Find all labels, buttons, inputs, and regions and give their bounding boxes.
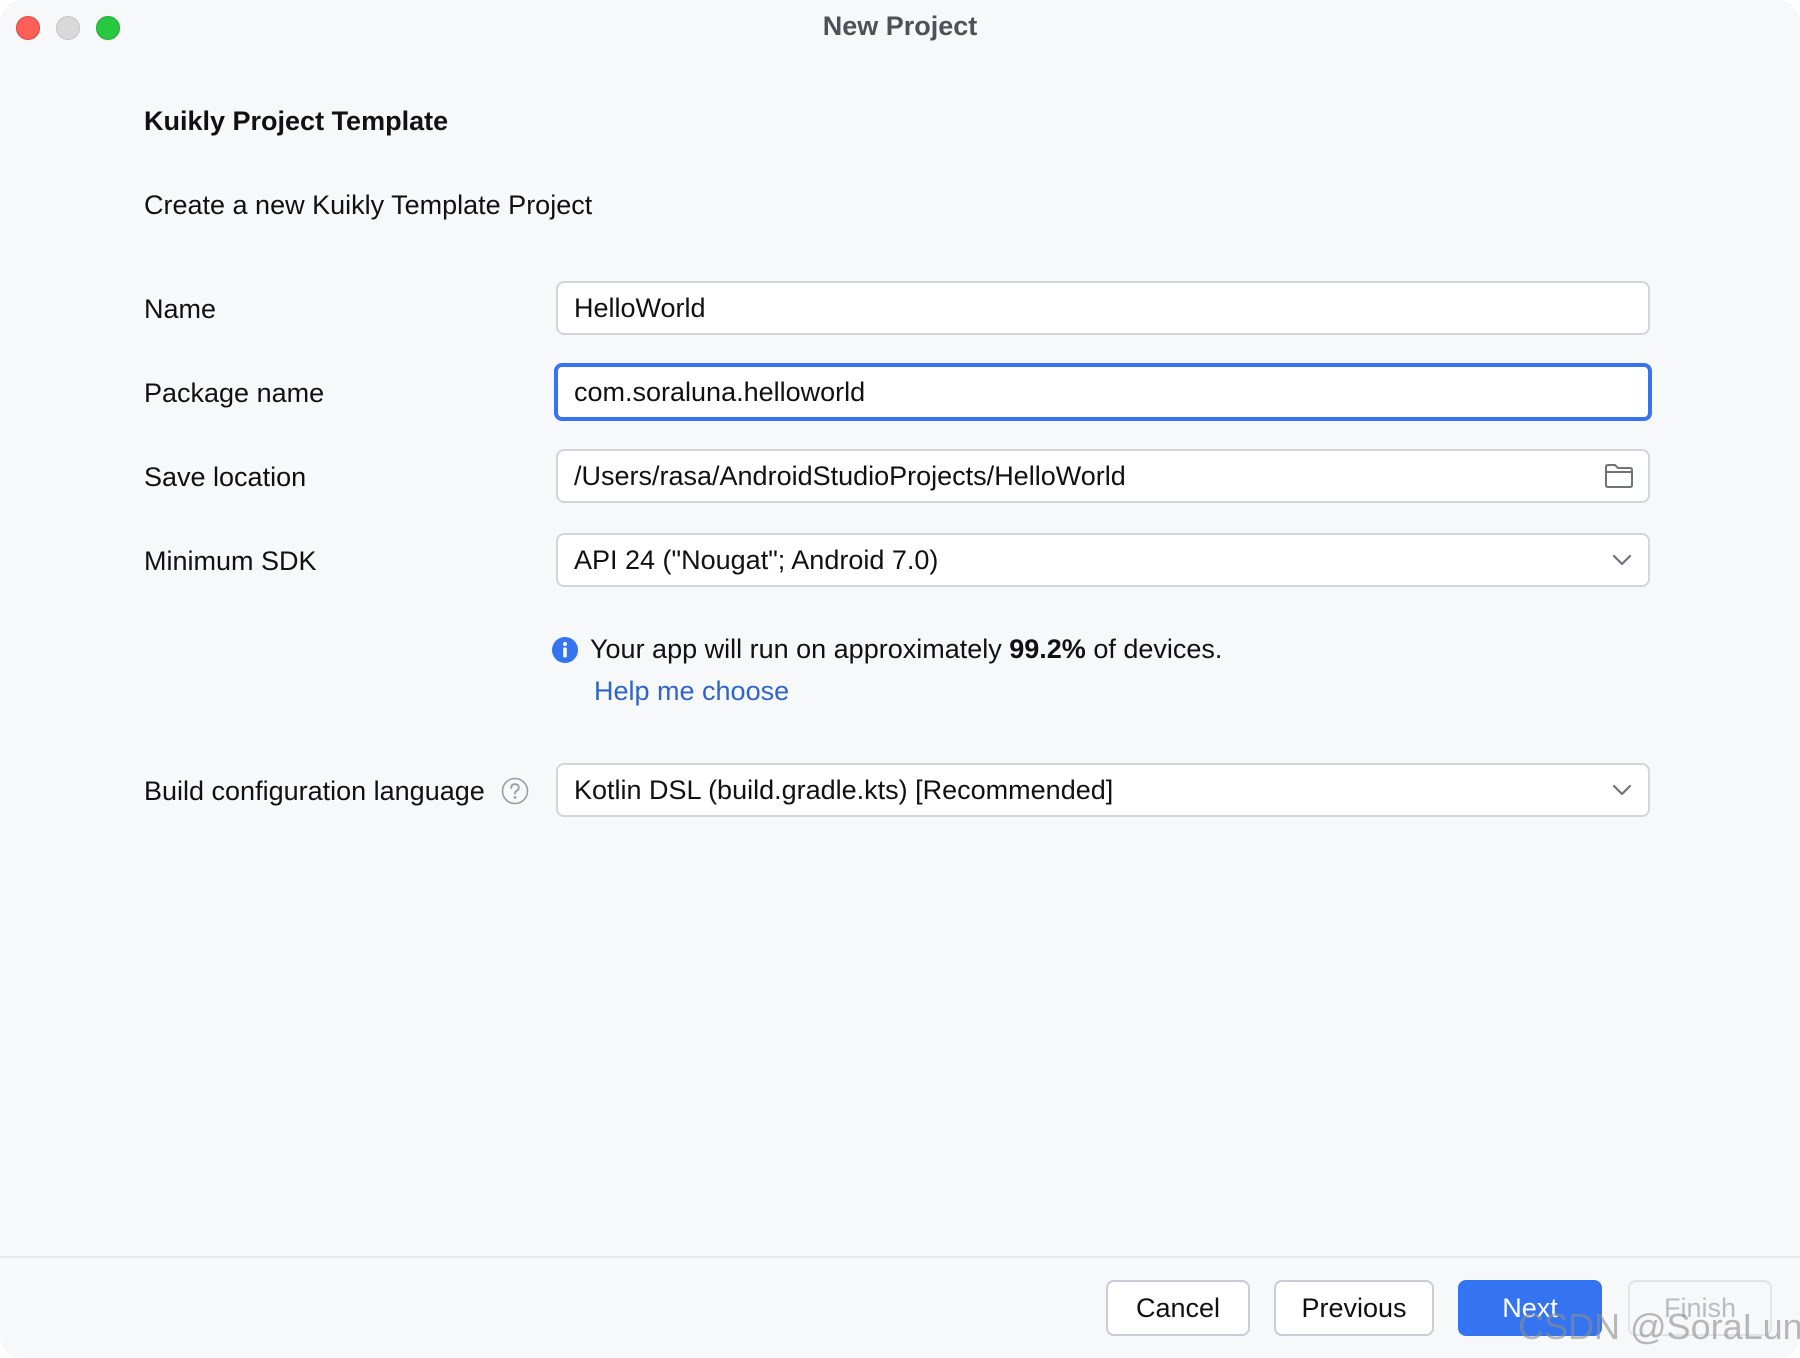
page-title: Kuikly Project Template: [144, 106, 449, 136]
minimum-sdk-select[interactable]: API 24 ("Nougat"; Android 7.0): [556, 533, 1650, 587]
question-mark-icon[interactable]: [501, 777, 529, 805]
name-field[interactable]: HelloWorld: [556, 281, 1650, 335]
title-bar: New Project: [0, 0, 1800, 56]
build-config-label: Build configuration language: [144, 776, 485, 806]
finish-button[interactable]: Finish: [1628, 1280, 1772, 1336]
sdk-coverage-text: Your app will run on approximately 99.2%…: [590, 634, 1222, 665]
save-location-field[interactable]: /Users/rasa/AndroidStudioProjects/HelloW…: [556, 449, 1650, 503]
chevron-down-icon: [1612, 554, 1632, 566]
package-name-field-value: com.soraluna.helloworld: [574, 377, 866, 407]
minimum-sdk-label: Minimum SDK: [144, 546, 317, 576]
name-label: Name: [144, 294, 217, 324]
chevron-down-icon: [1612, 784, 1632, 796]
build-config-select[interactable]: Kotlin DSL (build.gradle.kts) [Recommend…: [556, 763, 1650, 817]
name-field-value: HelloWorld: [574, 293, 706, 323]
sdk-coverage-suffix: of devices.: [1085, 634, 1223, 664]
help-me-choose-link[interactable]: Help me choose: [594, 676, 789, 707]
minimum-sdk-value: API 24 ("Nougat"; Android 7.0): [574, 545, 939, 575]
package-name-field[interactable]: com.soraluna.helloworld: [554, 363, 1652, 421]
sdk-coverage-percent: 99.2%: [1009, 634, 1086, 664]
save-location-label: Save location: [144, 462, 307, 492]
footer-divider: [0, 1256, 1800, 1258]
window-title: New Project: [822, 11, 978, 41]
sdk-coverage-prefix: Your app will run on approximately: [590, 634, 1010, 664]
page-description: Create a new Kuikly Template Project: [144, 190, 593, 220]
package-name-label: Package name: [144, 378, 325, 408]
previous-button[interactable]: Previous: [1274, 1280, 1434, 1336]
info-icon: [552, 637, 578, 663]
new-project-dialog: New Project Kuikly Project Template Crea…: [0, 0, 1800, 1358]
cancel-button[interactable]: Cancel: [1106, 1280, 1250, 1336]
folder-icon[interactable]: [1604, 463, 1634, 489]
build-config-value: Kotlin DSL (build.gradle.kts) [Recommend…: [574, 775, 1114, 805]
next-button[interactable]: Next: [1458, 1280, 1602, 1336]
save-location-field-value: /Users/rasa/AndroidStudioProjects/HelloW…: [574, 461, 1126, 491]
